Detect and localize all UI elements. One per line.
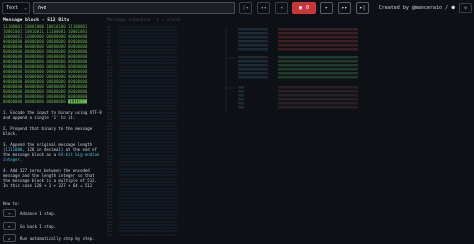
compression-block <box>278 72 358 75</box>
compression-block <box>238 98 244 101</box>
compression-block <box>278 44 358 47</box>
chevron-down-icon: ⌄ <box>23 5 27 11</box>
step-2: 2. Prepend that binary to the message bl… <box>3 126 93 136</box>
howto-back-text: Go back 1 step. <box>20 223 57 229</box>
compression-block <box>238 102 244 105</box>
theme-toggle[interactable]: ☼ <box>459 3 472 13</box>
steps-list: 1. Encode the input to binary using UTF-… <box>3 110 104 188</box>
skip-forward-icon: ▸| <box>359 5 366 11</box>
compression-block <box>278 40 358 43</box>
compression-block <box>278 98 358 101</box>
compression-block <box>278 94 358 97</box>
compression-block <box>278 86 358 89</box>
compression-block <box>238 64 268 67</box>
schedule-word: 00000000000000000000000000000000 <box>119 232 177 236</box>
top-toolbar: Text ⌄ ሰናዩ |◂ ◂◂ ◂ ▣ 0 ▸ ▸▸ ▸| Created b… <box>0 0 474 17</box>
clock-icon: ▣ <box>298 5 302 11</box>
compression-block <box>238 48 268 51</box>
compression-block <box>238 56 268 59</box>
schedule-index: W63 <box>107 232 113 236</box>
step-3: 3. Append the original message length (1… <box>3 142 104 162</box>
howto-back: ← Go back 1 step. <box>3 222 56 230</box>
type-select-label: Text <box>6 5 19 11</box>
schedule-subtitle: t = block <box>156 18 181 23</box>
first-step-button[interactable]: |◂ <box>239 2 252 14</box>
arrow-left-icon: ◂ <box>279 5 283 11</box>
step-1: 1. Encode the input to binary using UTF-… <box>3 110 102 120</box>
compression-block <box>238 106 244 109</box>
compression-block <box>238 76 268 79</box>
compression-block <box>238 94 244 97</box>
compression-block <box>238 44 268 47</box>
prev-button[interactable]: ◂ <box>275 2 288 14</box>
bit-row: 00000000 00000000 00000000 01111000 <box>3 99 88 104</box>
skip-back-icon: |◂ <box>242 5 249 11</box>
step-3-period: . <box>19 157 23 162</box>
schedule-title: Message schedule <box>107 18 151 23</box>
next-button[interactable]: ▸ <box>320 2 333 14</box>
compression-block <box>278 32 358 35</box>
compression-diagram <box>225 28 358 113</box>
explanation-panel: Message block - 512 Bits 11100001 100010… <box>3 18 104 244</box>
compression-block <box>238 68 268 71</box>
compression-block <box>238 40 268 43</box>
schedule-row: W63 00000000000000000000000000000000 <box>107 233 205 236</box>
github-icon[interactable]: ● <box>451 4 455 11</box>
compression-block <box>278 28 358 31</box>
compression-block <box>278 56 358 59</box>
compression-block <box>238 36 268 39</box>
fast-forward-button[interactable]: ▸▸ <box>338 2 351 14</box>
fast-forward-icon: ▸▸ <box>341 5 348 11</box>
message-input[interactable]: ሰናዩ <box>33 2 235 14</box>
sun-icon: ☼ <box>463 4 468 12</box>
howto-advance-text: Advance 1 step. <box>20 210 57 216</box>
howto-auto: ▸ Run automatically step by step. <box>3 234 95 242</box>
input-type-select[interactable]: Text ⌄ <box>2 2 30 14</box>
compression-block <box>278 68 358 71</box>
play-key-icon: ▸ <box>3 234 16 242</box>
howto-advance: → Advance 1 step. <box>3 209 56 217</box>
compression-block <box>278 64 358 67</box>
howto-title: How to: <box>3 201 20 206</box>
last-step-button[interactable]: ▸| <box>356 2 369 14</box>
prev-step-button[interactable]: ◂◂ <box>257 2 270 14</box>
schedule-grid: W0 00000000000000000000000000000000 W1 0000… <box>107 25 205 236</box>
play-icon: ▸ <box>324 5 328 11</box>
compression-block <box>238 28 268 31</box>
step-4: 4. Add 327 zeros between the encoded mes… <box>3 168 97 188</box>
compression-block <box>278 102 358 105</box>
compression-block <box>238 32 268 35</box>
arrow-left-key-icon: ← <box>3 222 16 230</box>
compression-block <box>238 90 244 93</box>
compression-block <box>278 36 358 39</box>
credit-text: Created by @manceraio / <box>378 5 448 11</box>
compression-block <box>278 76 358 79</box>
arrow-right-key-icon: → <box>3 209 16 217</box>
howto-auto-text: Run automatically step by step. <box>20 235 95 241</box>
message-schedule-panel: Message schedule t = block W0 00000000000… <box>107 18 205 244</box>
step-back-icon: ◂◂ <box>260 5 267 11</box>
compression-block <box>238 60 268 63</box>
step-count: 0 <box>306 5 310 11</box>
compression-block <box>238 86 244 89</box>
compression-block <box>238 72 268 75</box>
message-block-bits: 11100001 10001000 10010100 11100001 10001… <box>3 24 104 104</box>
step-counter-button[interactable]: ▣ 0 <box>292 2 316 14</box>
compression-block <box>278 48 358 51</box>
compression-block <box>278 60 358 63</box>
compression-block <box>278 106 358 109</box>
howto-section: How to: <box>3 201 20 206</box>
compression-block <box>278 90 358 93</box>
message-input-value: ሰናዩ <box>38 5 47 11</box>
message-block-title: Message block - 512 Bits <box>3 18 70 23</box>
